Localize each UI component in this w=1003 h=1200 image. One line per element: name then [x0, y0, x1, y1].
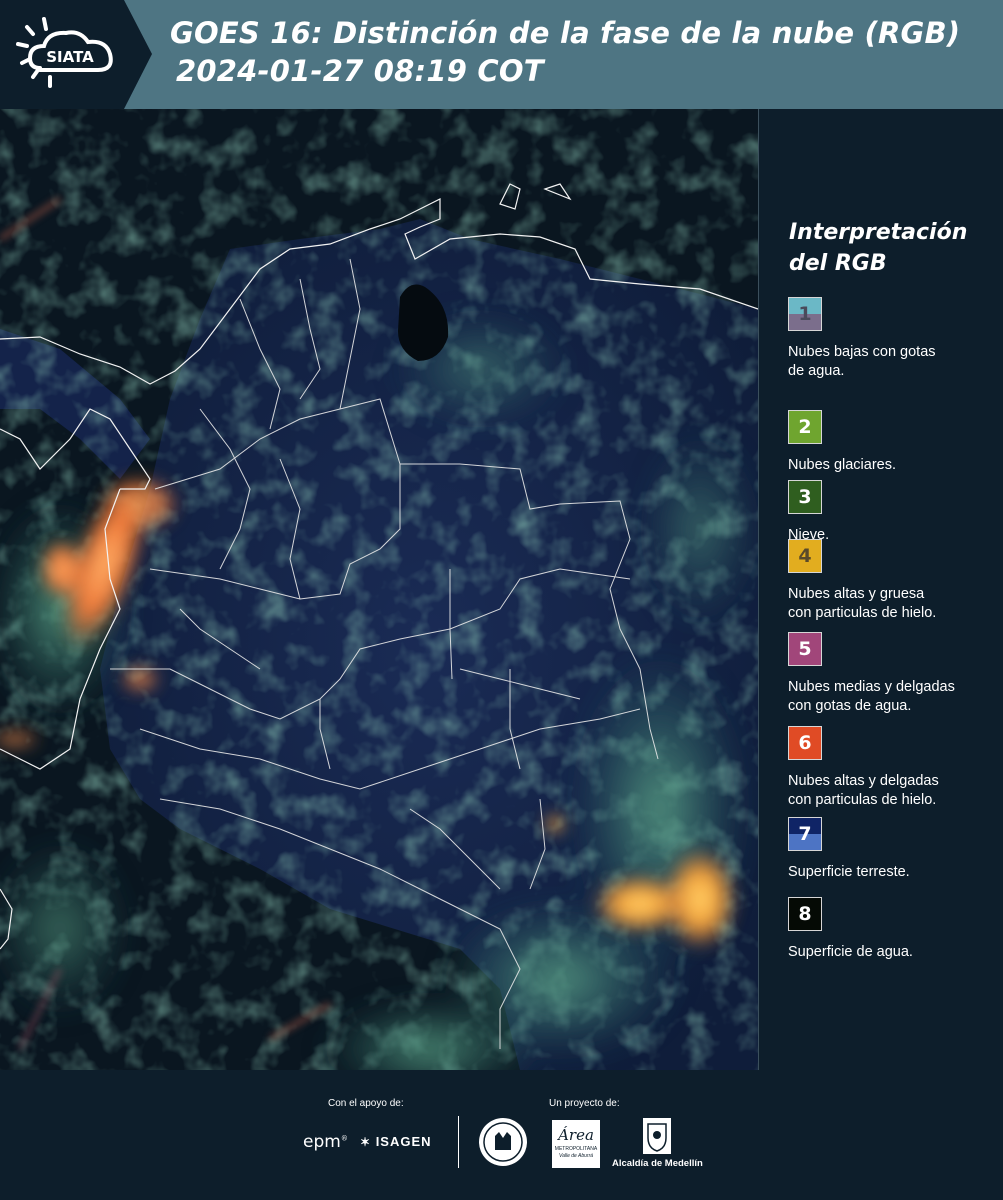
legend-label: Nubes altas y gruesa con particulas de hi… — [788, 585, 998, 623]
legend-number: 8 — [798, 903, 812, 925]
legend-label-line-2: con particulas de hielo. — [788, 605, 937, 621]
legend-label-line-1: Nubes medias y delgadas — [788, 679, 955, 695]
isagen-logo-text: ISAGEN — [375, 1134, 432, 1149]
title-line-1: GOES 16: Distinción de la fase de la nub… — [170, 16, 961, 50]
legend-title-line-2: del RGB — [789, 251, 887, 276]
epm-logo-text: epm — [303, 1132, 341, 1152]
area-metropolitana-logo: Área METROPOLITANA Valle de Aburrá — [552, 1120, 600, 1168]
area-logo-sub2: Valle de Aburrá — [558, 1153, 594, 1159]
legend-item-6: 6 Nubes altas y delgadas con particulas de… — [788, 726, 998, 810]
legend-title: Interpretación del RGB — [789, 217, 967, 279]
legend-label: Nubes glaciares. — [788, 456, 998, 475]
legend-swatch-7: 7 — [788, 817, 822, 851]
legend-item-5: 5 Nubes medias y delgadas con gotas de agu… — [788, 632, 998, 716]
legend-label: Nubes medias y delgadas con gotas de agua… — [788, 678, 998, 716]
legend-title-line-1: Interpretación — [789, 220, 968, 245]
legend-number: 6 — [798, 732, 812, 754]
satellite-rgb-map — [0, 109, 759, 1070]
legend-item-2: 2 Nubes glaciares. — [788, 410, 998, 475]
legend-label-line-2: de agua. — [788, 363, 845, 379]
legend-label: Superficie de agua. — [788, 943, 998, 962]
legend-item-4: 4 Nubes altas y gruesa con particulas de h… — [788, 539, 998, 623]
legend-label: Superficie terreste. — [788, 863, 998, 882]
support-label: Con el apoyo de: — [328, 1098, 404, 1109]
legend-label-line-1: Nubes glaciares. — [788, 457, 896, 473]
legend-panel: Interpretación del RGB 1 Nubes bajas con … — [759, 109, 1003, 1070]
legend-item-3: 3 Nieve. — [788, 480, 998, 545]
legend-item-8: 8 Superficie de agua. — [788, 897, 998, 962]
legend-label-line-1: Superficie terreste. — [788, 864, 910, 880]
alcaldia-shield-icon — [643, 1118, 671, 1158]
footer-divider — [458, 1116, 459, 1168]
legend-label-line-1: Nubes bajas con gotas — [788, 344, 936, 360]
legend-number: 5 — [798, 638, 812, 660]
legend-swatch-5: 5 — [788, 632, 822, 666]
isagen-logo: ✶ ISAGEN — [360, 1134, 432, 1149]
legend-swatch-3: 3 — [788, 480, 822, 514]
legend-swatch-6: 6 — [788, 726, 822, 760]
footer-bar: Con el apoyo de: Un proyecto de: epm® ✶ … — [0, 1070, 1003, 1200]
legend-label: Nubes bajas con gotas de agua. — [788, 343, 998, 381]
legend-label: Nubes altas y delgadas con particulas de … — [788, 772, 998, 810]
legend-number: 3 — [798, 486, 812, 508]
alcaldia-label: Alcaldía de Medellín — [612, 1158, 703, 1169]
title-line-2: 2024-01-27 08:19 COT — [176, 54, 544, 88]
legend-number: 2 — [798, 416, 812, 438]
epm-logo: epm® — [303, 1132, 348, 1152]
legend-number: 4 — [798, 545, 812, 567]
legend-label-line-1: Nubes altas y gruesa — [788, 586, 925, 602]
legend-number: 1 — [798, 303, 812, 325]
legend-swatch-2: 2 — [788, 410, 822, 444]
page-title: GOES 16: Distinción de la fase de la nub… — [170, 14, 960, 90]
isagen-mark-icon: ✶ — [360, 1135, 372, 1149]
legend-label-line-2: con gotas de agua. — [788, 698, 912, 714]
legend-label-line-1: Nubes altas y delgadas — [788, 773, 939, 789]
legend-swatch-1: 1 — [788, 297, 822, 331]
legend-item-7: 7 Superficie terreste. — [788, 817, 998, 882]
legend-swatch-4: 4 — [788, 539, 822, 573]
area-logo-sub1: METROPOLITANA — [554, 1146, 598, 1152]
legend-item-1: 1 Nubes bajas con gotas de agua. — [788, 297, 998, 381]
legend-number: 7 — [798, 823, 812, 845]
area-logo-text: Área — [558, 1126, 594, 1144]
medellin-seal-icon — [477, 1116, 529, 1172]
legend-label-line-1: Superficie de agua. — [788, 944, 913, 960]
header-bar: SIATA GOES 16: Distinción de la fase de … — [0, 0, 1003, 109]
siata-logo-text: SIATA — [46, 48, 94, 66]
legend-swatch-8: 8 — [788, 897, 822, 931]
legend-label-line-2: con particulas de hielo. — [788, 792, 937, 808]
siata-logo: SIATA — [0, 0, 152, 109]
project-label: Un proyecto de: — [549, 1098, 620, 1109]
